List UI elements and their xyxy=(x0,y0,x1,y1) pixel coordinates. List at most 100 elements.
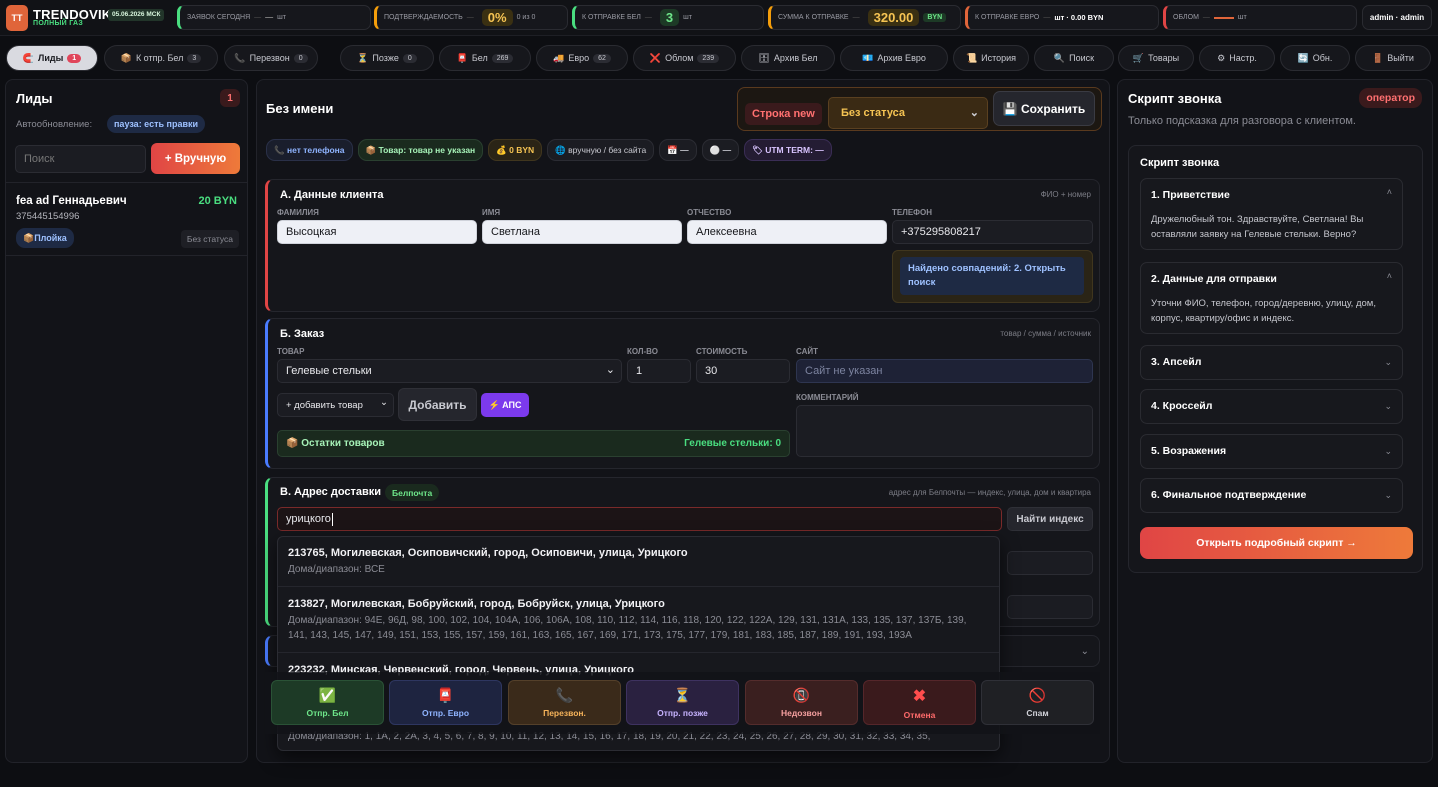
address-field[interactable] xyxy=(1007,551,1093,575)
user-menu[interactable]: admin · admin xyxy=(1362,5,1432,30)
open-matches-link[interactable]: Найдено совпадений: 2. Открыть поиск xyxy=(900,257,1084,295)
search-icon: 🔍 xyxy=(1053,52,1066,63)
script-step-2[interactable]: 2. Данные для отправки ˄ Уточни ФИО, тел… xyxy=(1140,262,1403,334)
utm-chip: 🏷 UTM TERM: — xyxy=(744,139,832,161)
product-select[interactable]: Гелевые стельки ⌄ xyxy=(277,359,622,383)
qty-input[interactable]: 1 xyxy=(627,359,691,383)
suggestion-item[interactable]: 213827, Могилевская, Бобруйский, город, … xyxy=(278,588,999,653)
no-phone-icon: 📵 xyxy=(792,687,811,703)
leads-panel: Лиды 1 Автообновление: пауза: есть правк… xyxy=(5,79,248,763)
order-section-title: Б. Заказ xyxy=(280,328,325,340)
tab-later[interactable]: ⏳ Позже 0 xyxy=(340,45,434,71)
tab-callback[interactable]: 📞 Перезвон 0 xyxy=(224,45,318,71)
send-later-button[interactable]: ⏳ Отпр. позже xyxy=(626,680,739,725)
address-field[interactable] xyxy=(1007,595,1093,619)
site-input[interactable]: Сайт не указан xyxy=(796,359,1093,383)
leads-search-input[interactable]: Поиск xyxy=(15,145,146,173)
suggestion-houses: Дома/диапазон: ВСЕ xyxy=(288,564,385,575)
stock-box: 📦 Остатки товаров Гелевые стельки: 0 xyxy=(277,430,790,457)
script-step-4[interactable]: 4. Кроссейл ⌄ xyxy=(1140,389,1403,424)
lead-list-item[interactable]: fea ad Геннадьевич 20 BYN 375445154996 📦… xyxy=(6,182,247,256)
tab-archive-euro[interactable]: 💶 Архив Евро xyxy=(840,45,948,71)
tab-settings[interactable]: ⚙ Настр. xyxy=(1199,45,1275,71)
address-search-input[interactable]: урицкого xyxy=(277,507,1002,531)
door-icon: 🚪 xyxy=(1372,52,1384,63)
stat-confirmation: ПОДТВЕРЖДАЕМОСТЬ — 0% 0 из 0 xyxy=(374,5,568,30)
spam-button[interactable]: 🚫 Спам xyxy=(981,680,1094,725)
step-title: 5. Возражения xyxy=(1151,445,1227,457)
chevron-down-icon: ⌄ xyxy=(969,107,979,119)
stock-label: 📦 Остатки товаров xyxy=(286,438,385,449)
save-button[interactable]: 💾 Сохранить xyxy=(993,91,1095,126)
add-manual-button[interactable]: + Вручную xyxy=(151,143,240,174)
tab-archive-bel[interactable]: 🗄 Архив Бел xyxy=(741,45,835,71)
suggestion-item[interactable]: 213765, Могилевская, Осиповичский, город… xyxy=(278,537,999,587)
phone-label: ТЕЛЕФОН xyxy=(892,208,932,217)
tab-products[interactable]: 🛒 Товары xyxy=(1118,45,1194,71)
tab-history[interactable]: 📜 История xyxy=(953,45,1029,71)
client-section-title: А. Данные клиента xyxy=(280,189,384,201)
lead-title: Без имени xyxy=(266,101,334,116)
send-euro-button[interactable]: 📮 Отпр. Евро xyxy=(389,680,502,725)
script-card-title: Скрипт звонка xyxy=(1140,157,1220,169)
phone-icon: 📞 xyxy=(555,687,574,703)
stat-leads-today: ЗАЯВОК СЕГОДНЯ — — шт xyxy=(177,5,371,30)
order-section-hint: товар / сумма / источник xyxy=(1000,329,1091,338)
find-index-button[interactable]: Найти индекс xyxy=(1007,507,1093,531)
open-full-script-button[interactable]: Открыть подробный скрипт → xyxy=(1140,527,1413,559)
chevron-down-icon: ⌄ xyxy=(1080,646,1089,657)
script-step-5[interactable]: 5. Возражения ⌄ xyxy=(1140,434,1403,469)
client-section: А. Данные клиента ФИО + номер ФАМИЛИЯ ИМ… xyxy=(265,179,1100,312)
aps-button[interactable]: ⚡ АПС xyxy=(481,393,529,417)
price-input[interactable]: 30 xyxy=(696,359,790,383)
step-body: Дружелюбный тон. Здравствуйте, Светлана!… xyxy=(1151,214,1364,240)
send-bel-button[interactable]: ✅ Отпр. Бел xyxy=(271,680,384,725)
chevron-down-icon: ⌄ xyxy=(1384,490,1392,500)
product-chip: 📦 Товар: товар не указан xyxy=(357,139,484,161)
chevron-up-icon: ˄ xyxy=(1386,187,1392,197)
tab-leads[interactable]: 🧲 Лиды 1 xyxy=(6,45,98,71)
check-icon: ✅ xyxy=(318,687,337,703)
comment-textarea[interactable] xyxy=(796,405,1093,457)
tab-search[interactable]: 🔍 Поиск xyxy=(1034,45,1114,71)
lastname-input[interactable]: Высоцкая xyxy=(277,220,477,244)
chevron-down-icon: ⌄ xyxy=(380,397,388,408)
box-icon: 📦 xyxy=(120,52,132,63)
script-step-3[interactable]: 3. Апсейл ⌄ xyxy=(1140,345,1403,380)
cart-icon: 🛒 xyxy=(1132,52,1145,63)
chevron-down-icon: ⌄ xyxy=(605,364,615,376)
lead-status-badge: Без статуса xyxy=(180,230,239,248)
tab-logout[interactable]: 🚪 Выйти xyxy=(1355,45,1431,71)
suggestion-title: 213765, Могилевская, Осиповичский, город… xyxy=(288,547,688,559)
script-step-6[interactable]: 6. Финальное подтверждение ⌄ xyxy=(1140,478,1403,513)
add-product-select[interactable]: + добавить товар ⌄ xyxy=(277,393,394,417)
tab-euro[interactable]: 🚚 Евро 62 xyxy=(536,45,628,71)
cancel-button[interactable]: ✖ Отмена xyxy=(863,680,976,725)
autoupdate-toggle[interactable]: пауза: есть правки xyxy=(107,115,206,133)
top-bar: TT TRENDOVIK ПОЛНЫЙ ГАЗ 05.06.2026 МСК З… xyxy=(0,0,1438,36)
tab-fail[interactable]: ❌ Облом 239 xyxy=(633,45,736,71)
lead-amount: 20 BYN xyxy=(198,195,237,207)
status-select[interactable]: Без статуса ⌄ xyxy=(828,97,988,129)
firstname-input[interactable]: Светлана xyxy=(482,220,682,244)
phone-input[interactable]: +375295808217 xyxy=(892,220,1093,244)
tab-count: 0 xyxy=(402,53,417,63)
lastname-label: ФАМИЛИЯ xyxy=(277,208,319,217)
cross-icon: ❌ xyxy=(649,52,662,63)
tab-to-send-bel[interactable]: 📦 К отпр. Бел 3 xyxy=(104,45,218,71)
role-badge: оператор xyxy=(1359,88,1422,108)
tab-refresh[interactable]: 🔄 Обн. xyxy=(1280,45,1350,71)
middlename-input[interactable]: Алексеевна xyxy=(687,220,887,244)
no-answer-button[interactable]: 📵 Недозвон xyxy=(745,680,858,725)
callback-button[interactable]: 📞 Перезвон. xyxy=(508,680,621,725)
script-panel: Скрипт звонка оператор Только подсказка … xyxy=(1117,79,1433,763)
date-chip: 05.06.2026 МСК xyxy=(108,9,165,21)
add-product-button[interactable]: Добавить xyxy=(398,388,477,421)
archive-icon: 🗄 xyxy=(758,52,770,63)
gear-icon: ⚙ xyxy=(1217,52,1226,63)
chevron-up-icon: ˄ xyxy=(1386,271,1392,281)
mailbox-icon: 📮 xyxy=(456,52,468,63)
script-card: Скрипт звонка 1. Приветствие ˄ Дружелюбн… xyxy=(1128,145,1423,573)
tab-bel[interactable]: 📮 Бел 269 xyxy=(439,45,531,71)
script-step-1[interactable]: 1. Приветствие ˄ Дружелюбный тон. Здравс… xyxy=(1140,178,1403,250)
